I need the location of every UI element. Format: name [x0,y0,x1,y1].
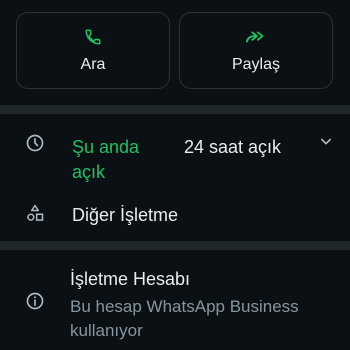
share-button[interactable]: Paylaş [179,12,333,89]
business-account-section[interactable]: İşletme Hesabı Bu hesap WhatsApp Busines… [0,250,350,350]
call-button[interactable]: Ara [16,12,170,89]
business-category: Diğer İşletme [72,205,179,225]
forward-icon [245,27,267,47]
info-icon [24,290,46,312]
business-account-title: İşletme Hesabı [70,269,191,289]
section-divider [0,241,350,250]
open-status: Şu anda açık [72,137,140,182]
call-button-label: Ara [80,56,106,73]
share-button-label: Paylaş [231,56,281,73]
hours-schedule[interactable]: 24 saat açık [184,135,281,160]
business-info-page: Ara Paylaş Şu anda açık 24 saat açık Diğ… [0,0,350,350]
shapes-icon [24,202,46,224]
clock-icon [24,132,46,154]
section-divider [0,105,350,114]
business-hours-section: Şu anda açık 24 saat açık Diğer İşletme [0,114,350,241]
business-account-description: Bu hesap WhatsApp Business kullanıyor [70,297,299,340]
chevron-down-icon[interactable] [316,132,336,152]
action-buttons: Ara Paylaş [0,0,350,105]
phone-icon [82,27,104,47]
